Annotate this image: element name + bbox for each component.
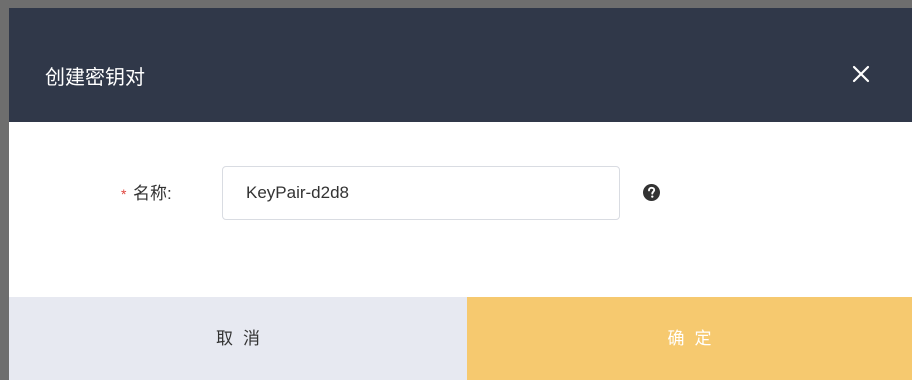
name-input[interactable] bbox=[222, 166, 620, 220]
close-button[interactable] bbox=[845, 58, 877, 90]
cancel-button[interactable]: 取消 bbox=[9, 297, 467, 380]
name-form-row: * 名称: bbox=[9, 166, 912, 224]
create-keypair-dialog: 创建密钥对 * 名称: 取消 确定 bbox=[9, 8, 912, 380]
dialog-body: * 名称: bbox=[9, 122, 912, 297]
dialog-footer: 取消 确定 bbox=[9, 297, 912, 380]
question-circle-icon bbox=[643, 184, 660, 201]
dialog-title: 创建密钥对 bbox=[45, 67, 145, 89]
required-mark: * bbox=[121, 186, 127, 202]
help-icon[interactable] bbox=[643, 184, 660, 201]
dialog-header: 创建密钥对 bbox=[9, 8, 912, 122]
name-label: 名称: bbox=[133, 184, 172, 203]
close-icon bbox=[852, 65, 870, 83]
confirm-button[interactable]: 确定 bbox=[467, 297, 912, 380]
